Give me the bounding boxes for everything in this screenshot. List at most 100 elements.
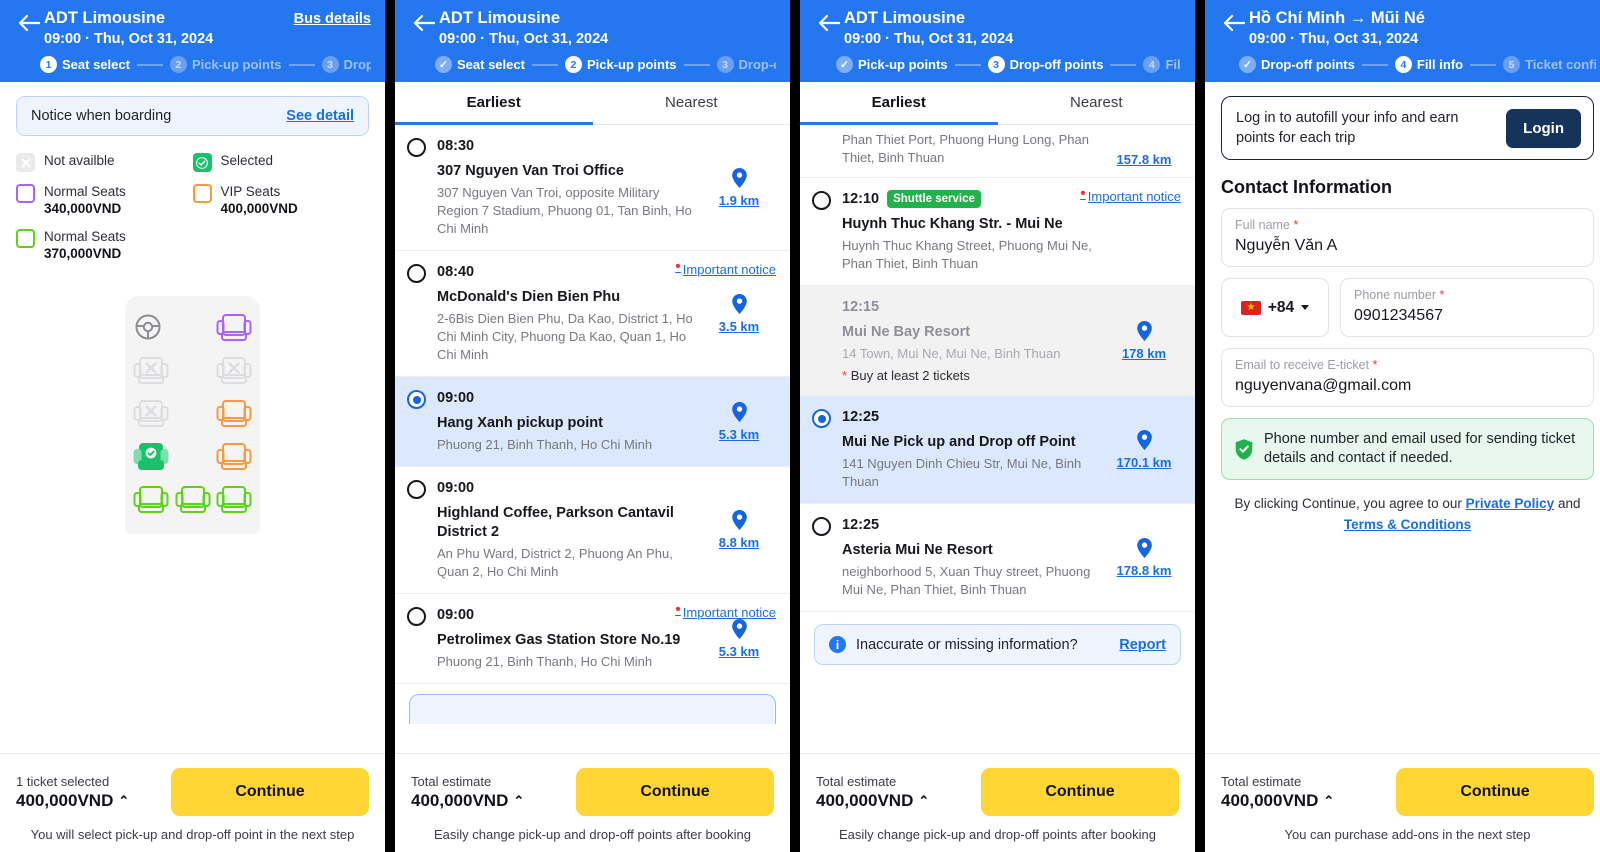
list-item[interactable]: • Important notice 09:00 Petrolimex Gas S… bbox=[395, 594, 790, 684]
step-dropoff-done[interactable]: ✓ Drop-off points bbox=[1239, 56, 1355, 73]
step-3-dropoff[interactable]: 3 Drop-off p bbox=[321, 56, 371, 73]
email-field[interactable]: Email to receive E-ticket * nguyenvana@g… bbox=[1221, 348, 1594, 407]
list-item[interactable]: 12:25 Mui Ne Pick up and Drop off Point … bbox=[800, 396, 1195, 504]
radio-cell[interactable] bbox=[407, 478, 437, 581]
step-4-fill-info[interactable]: 4 Fill info bbox=[1394, 56, 1463, 73]
continue-button[interactable]: Continue bbox=[576, 768, 774, 816]
point-distance[interactable]: 178.8 km bbox=[1117, 563, 1172, 578]
chevron-up-icon[interactable]: ⌃ bbox=[118, 793, 129, 809]
seat-normal-purple[interactable] bbox=[216, 312, 252, 346]
important-notice-link[interactable]: • Important notice bbox=[675, 259, 776, 278]
full-name-field[interactable]: Full name * Nguyễn Văn A bbox=[1221, 208, 1594, 267]
radio-icon[interactable] bbox=[812, 191, 831, 210]
point-distance[interactable]: 157.8 km bbox=[1117, 152, 1172, 167]
step-4-fill-info[interactable]: 4 Fill int bbox=[1143, 56, 1181, 73]
seat-selected[interactable] bbox=[133, 441, 169, 475]
important-notice-link[interactable]: • Important notice bbox=[675, 602, 776, 621]
list-item[interactable]: 09:00 Hang Xanh pickup point Phuong 21, … bbox=[395, 377, 790, 467]
email-value[interactable]: nguyenvana@gmail.com bbox=[1235, 374, 1580, 397]
back-button[interactable] bbox=[14, 8, 44, 32]
price-summary[interactable]: 1 ticket selected 400,000VND ⌃ bbox=[16, 774, 129, 811]
step-3-dropoff[interactable]: 3 Drop-off points bbox=[987, 56, 1103, 73]
see-detail-link[interactable]: See detail bbox=[286, 108, 354, 124]
arrow-left-icon bbox=[818, 14, 840, 32]
seat-vip-orange[interactable] bbox=[216, 398, 252, 432]
privacy-assurance-box: Phone number and email used for sending … bbox=[1221, 418, 1594, 480]
back-button[interactable] bbox=[814, 8, 844, 32]
point-distance[interactable]: 5.3 km bbox=[719, 427, 759, 442]
step-indicator: ✓ Drop-off points 4 Fill info 5 Ticket c… bbox=[1219, 56, 1596, 73]
price-summary[interactable]: Total estimate 400,000VND ⌃ bbox=[1221, 774, 1334, 811]
radio-icon[interactable] bbox=[407, 264, 426, 283]
list-item[interactable]: 08:30 307 Nguyen Van Troi Office 307 Ngu… bbox=[395, 125, 790, 251]
chevron-up-icon[interactable]: ⌃ bbox=[1323, 793, 1334, 809]
point-distance[interactable]: 3.5 km bbox=[719, 319, 759, 334]
back-button[interactable] bbox=[409, 8, 439, 32]
radio-cell[interactable] bbox=[812, 515, 842, 599]
seat-normal-green[interactable] bbox=[216, 484, 252, 518]
bus-details-link[interactable]: Bus details bbox=[294, 8, 371, 27]
step-1-seat-select[interactable]: 1 Seat select bbox=[40, 56, 130, 73]
back-button[interactable] bbox=[1219, 8, 1249, 32]
phone-value[interactable]: 0901234567 bbox=[1354, 304, 1580, 327]
report-info-box[interactable]: i Inaccurate or missing information? Rep… bbox=[814, 624, 1181, 665]
chevron-up-icon[interactable]: ⌃ bbox=[918, 793, 929, 809]
boarding-notice-box[interactable]: Notice when boarding See detail bbox=[16, 96, 369, 136]
seat-normal-green[interactable] bbox=[133, 484, 169, 518]
important-notice-link[interactable]: • Important notice bbox=[1080, 186, 1181, 205]
radio-icon[interactable] bbox=[407, 138, 426, 157]
point-distance[interactable]: 5.3 km bbox=[719, 644, 759, 659]
radio-cell[interactable] bbox=[812, 189, 842, 273]
list-item-partial[interactable]: Phan Thiet Port, Phuong Hung Long, Phan … bbox=[800, 125, 1195, 178]
terms-conditions-link[interactable]: Terms & Conditions bbox=[1344, 517, 1471, 532]
chevron-up-icon[interactable]: ⌃ bbox=[513, 793, 524, 809]
radio-icon[interactable] bbox=[407, 480, 426, 499]
step-label: Seat select bbox=[457, 57, 525, 72]
point-distance[interactable]: 8.8 km bbox=[719, 535, 759, 550]
seat-vip-orange[interactable] bbox=[216, 441, 252, 475]
radio-cell[interactable] bbox=[407, 605, 437, 671]
step-3-dropoff[interactable]: 3 Drop-off bbox=[716, 56, 776, 73]
step-pickup-done[interactable]: ✓ Pick-up points bbox=[836, 56, 948, 73]
radio-cell[interactable] bbox=[407, 262, 437, 364]
list-item[interactable]: 12:25 Asteria Mui Ne Resort neighborhood… bbox=[800, 504, 1195, 612]
report-link[interactable]: Report bbox=[1119, 637, 1166, 653]
private-policy-link[interactable]: Private Policy bbox=[1466, 496, 1555, 511]
step-2-pickup[interactable]: 2 Pick-up points bbox=[564, 56, 677, 73]
step-label: Drop-off points bbox=[1261, 57, 1355, 72]
radio-icon-selected[interactable] bbox=[812, 409, 831, 428]
report-box-partial[interactable] bbox=[409, 694, 776, 724]
point-distance[interactable]: 1.9 km bbox=[719, 193, 759, 208]
radio-icon[interactable] bbox=[812, 517, 831, 536]
continue-button[interactable]: Continue bbox=[981, 768, 1179, 816]
step-label: Pick-up points bbox=[858, 57, 948, 72]
radio-icon[interactable] bbox=[407, 607, 426, 626]
step-2-pickup[interactable]: 2 Pick-up points bbox=[169, 56, 282, 73]
continue-button[interactable]: Continue bbox=[1396, 768, 1594, 816]
step-seat-select-done[interactable]: ✓ Seat select bbox=[435, 56, 525, 73]
radio-cell[interactable] bbox=[407, 388, 437, 454]
price-summary[interactable]: Total estimate 400,000VND ⌃ bbox=[816, 774, 929, 811]
full-name-value[interactable]: Nguyễn Văn A bbox=[1235, 234, 1580, 257]
radio-cell[interactable] bbox=[407, 136, 437, 238]
step-5-ticket-confirm[interactable]: 5 Ticket confirr bbox=[1503, 56, 1596, 73]
list-item[interactable]: • Important notice 12:10 Shuttle service … bbox=[800, 178, 1195, 286]
arrow-left-icon bbox=[18, 14, 40, 32]
seat-normal-green[interactable] bbox=[175, 484, 211, 518]
tab-earliest[interactable]: Earliest bbox=[395, 82, 593, 125]
point-distance[interactable]: 178 km bbox=[1122, 346, 1166, 361]
point-distance[interactable]: 170.1 km bbox=[1117, 455, 1172, 470]
list-item[interactable]: • Important notice 08:40 McDonald's Dien … bbox=[395, 251, 790, 377]
continue-button[interactable]: Continue bbox=[171, 768, 369, 816]
radio-cell[interactable] bbox=[812, 407, 842, 491]
list-item[interactable]: 09:00 Highland Coffee, Parkson Cantavil … bbox=[395, 467, 790, 594]
tab-nearest[interactable]: Nearest bbox=[998, 82, 1196, 125]
tab-earliest[interactable]: Earliest bbox=[800, 82, 998, 125]
price-summary[interactable]: Total estimate 400,000VND ⌃ bbox=[411, 774, 524, 811]
country-code-select[interactable]: ★ +84 bbox=[1221, 278, 1329, 337]
phone-row: ★ +84 Phone number * 0901234567 bbox=[1221, 278, 1594, 337]
radio-icon-selected[interactable] bbox=[407, 390, 426, 409]
login-button[interactable]: Login bbox=[1506, 108, 1581, 148]
tab-nearest[interactable]: Nearest bbox=[593, 82, 791, 125]
phone-number-field[interactable]: Phone number * 0901234567 bbox=[1340, 278, 1594, 337]
